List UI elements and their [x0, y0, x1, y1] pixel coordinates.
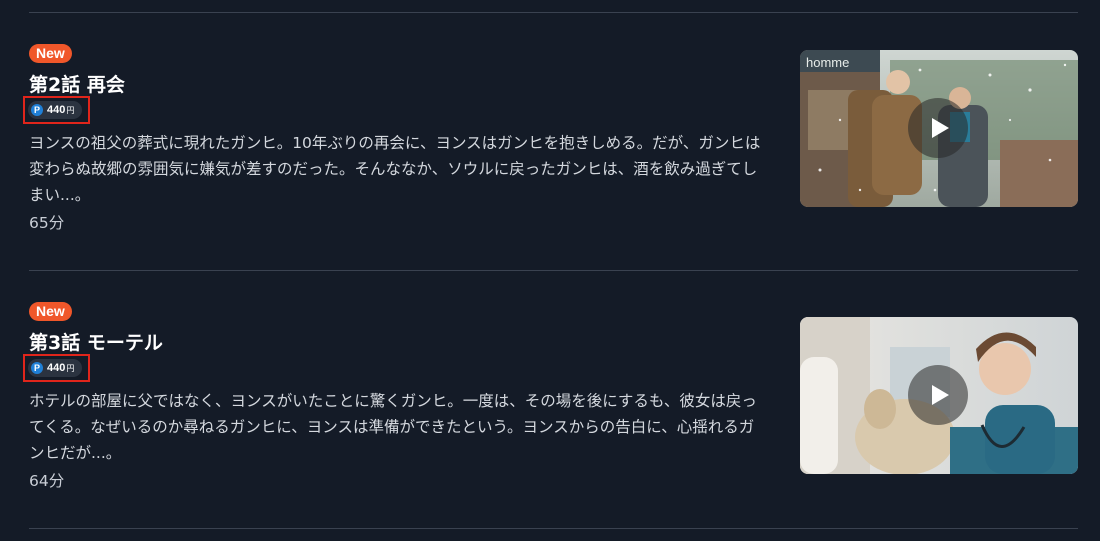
- episode-title[interactable]: 第3話 モーテル: [29, 328, 163, 355]
- play-icon: [932, 385, 949, 405]
- episode-description: ホテルの部屋に父ではなく、ヨンスがいたことに驚くガンヒ。一度は、その場を後にする…: [29, 392, 757, 462]
- episode-thumbnail[interactable]: [800, 317, 1078, 474]
- episode-title[interactable]: 第2話 再会: [29, 70, 125, 97]
- play-button[interactable]: [908, 365, 968, 425]
- price-amount: 440: [47, 104, 66, 116]
- price-amount: 440: [47, 362, 66, 374]
- episode-item-3[interactable]: New 第3話 モーテル P 440 円 ホテルの部屋に父ではなく、ヨンスがいた…: [23, 302, 1078, 517]
- price-tag: P 440 円: [28, 101, 83, 119]
- divider-middle: [29, 270, 1078, 271]
- episode-thumbnail[interactable]: homme: [800, 50, 1078, 207]
- price-unit: 円: [66, 105, 75, 115]
- play-button[interactable]: [908, 98, 968, 158]
- episode-duration: 64分: [29, 472, 65, 490]
- episode-item-2[interactable]: New 第2話 再会 P 440 円 ヨンスの祖父の葬式に現れたガンヒ。10年ぶ…: [23, 44, 1078, 259]
- price-tag: P 440 円: [28, 359, 83, 377]
- price-highlight-box: P 440 円: [23, 354, 90, 382]
- new-badge: New: [29, 44, 72, 63]
- point-icon: P: [31, 362, 43, 374]
- point-icon: P: [31, 104, 43, 116]
- episode-list: New 第2話 再会 P 440 円 ヨンスの祖父の葬式に現れたガンヒ。10年ぶ…: [0, 0, 1100, 541]
- play-icon: [932, 118, 949, 138]
- divider-top: [29, 12, 1078, 13]
- divider-bottom: [29, 528, 1078, 529]
- svg-text:homme: homme: [806, 55, 849, 70]
- price-highlight-box: P 440 円: [23, 96, 90, 124]
- episode-duration: 65分: [29, 214, 65, 232]
- new-badge: New: [29, 302, 72, 321]
- price-unit: 円: [66, 363, 75, 373]
- episode-description: ヨンスの祖父の葬式に現れたガンヒ。10年ぶりの再会に、ヨンスはガンヒを抱きしめる…: [29, 134, 761, 204]
